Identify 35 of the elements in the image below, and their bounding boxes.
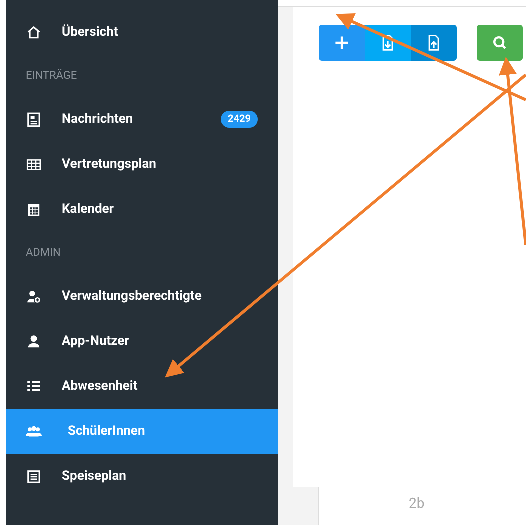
sidebar-item-label: Vertretungsplan (62, 157, 158, 172)
user-icon (26, 334, 42, 350)
home-icon (26, 24, 42, 40)
sidebar-item[interactable]: Kalender (6, 187, 278, 232)
calendar-icon (26, 202, 42, 218)
plus-icon (333, 34, 351, 52)
sidebar-item-label: Übersicht (62, 25, 120, 40)
sidebar-item[interactable]: Speiseplan (6, 454, 278, 499)
sidebar-item[interactable]: Abwesenheit (6, 364, 278, 409)
sidebar-item-label: SchülerInnen (68, 424, 146, 439)
add-button[interactable] (319, 25, 365, 61)
sidebar-item-label: App-Nutzer (62, 334, 130, 349)
search-button[interactable] (477, 25, 523, 61)
section-heading: ADMIN (25, 245, 62, 261)
sidebar-item[interactable]: Verwaltungsberechtigte (6, 274, 278, 319)
sidebar-item-label: Abwesenheit (62, 379, 139, 394)
table-icon (26, 156, 42, 172)
sidebar-item[interactable]: Nachrichten 2429 (6, 97, 278, 142)
sidebar-item-label: Verwaltungsberechtigte (62, 289, 203, 304)
sidebar-item-label: Speiseplan (62, 469, 128, 484)
sidebar-item-label: Nachrichten (62, 112, 134, 127)
sidebar-item[interactable]: Übersicht (6, 10, 278, 55)
add-user-icon (26, 288, 42, 304)
search-icon (491, 34, 509, 52)
count-badge: 2429 (221, 111, 258, 128)
sidebar-item[interactable]: Vertretungsplan (6, 142, 278, 187)
newspaper-icon (26, 112, 42, 128)
import-button[interactable] (411, 25, 457, 61)
sidebar-item-label: Kalender (62, 202, 116, 217)
document-icon (26, 468, 42, 484)
table-cell: 2b (409, 496, 425, 512)
section-heading: EINTRÄGE (25, 68, 78, 84)
sidebar-item[interactable]: App-Nutzer (6, 319, 278, 364)
group-icon (26, 424, 42, 440)
export-button[interactable] (365, 25, 411, 61)
